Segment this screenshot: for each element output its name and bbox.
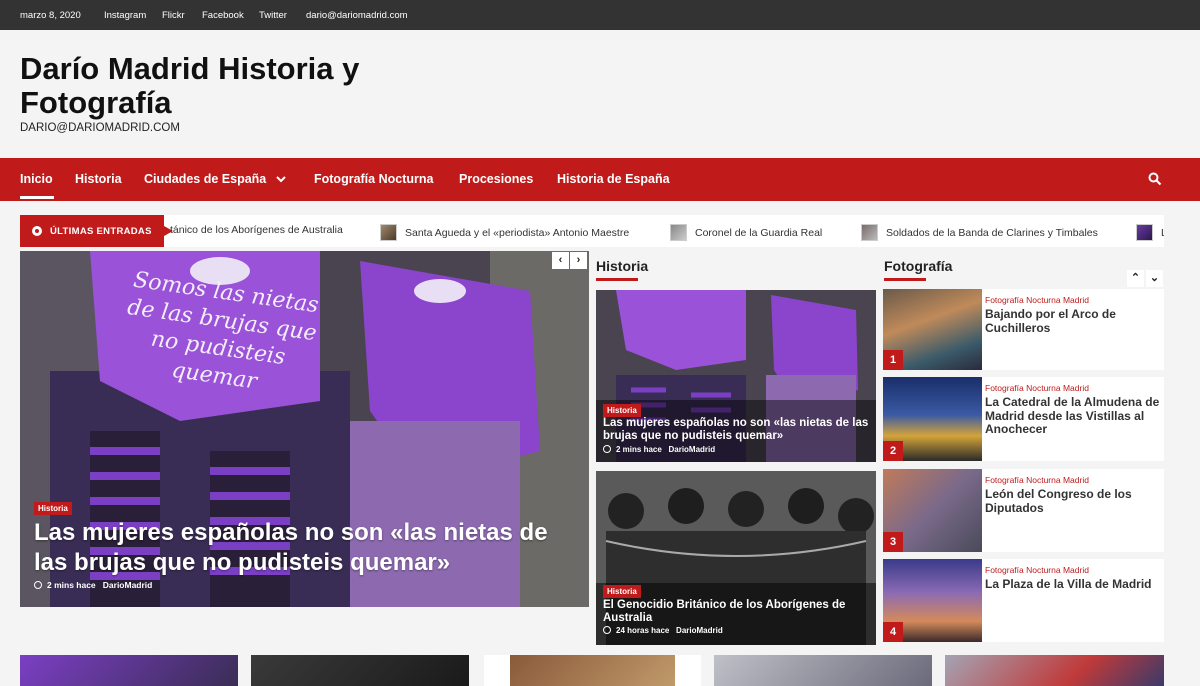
nav-item-inicio[interactable]: Inicio bbox=[20, 172, 53, 186]
featured-post-title[interactable]: Las mujeres españolas no son «las nietas… bbox=[34, 518, 579, 578]
nav-item-fotografia-nocturna[interactable]: Fotografía Nocturna bbox=[314, 172, 433, 186]
slider-prev-button[interactable]: ‹ bbox=[552, 252, 569, 269]
historia-card[interactable]: Historia Las mujeres españolas no son «l… bbox=[596, 290, 876, 462]
top-bar: marzo 8, 2020 Instagram Flickr Facebook … bbox=[0, 0, 1200, 30]
card-title[interactable]: Las mujeres españolas no son «las nietas… bbox=[603, 417, 871, 443]
post-meta: 2 mins hace DarioMadrid bbox=[603, 445, 715, 454]
list-item-title[interactable]: Bajando por el Arco de Cuchilleros bbox=[985, 307, 1160, 335]
ticker-item[interactable]: L bbox=[1136, 224, 1164, 241]
thumbnail-image bbox=[510, 655, 675, 686]
list-item-category[interactable]: Fotografía Nocturna Madrid bbox=[985, 383, 1089, 393]
main-navigation: Inicio Historia Ciudades de España Fotog… bbox=[0, 158, 1200, 201]
email-link[interactable]: dario@dariomadrid.com bbox=[306, 10, 408, 21]
thumbnail-image bbox=[670, 224, 687, 241]
thumbnail-image bbox=[861, 224, 878, 241]
site-description: DARIO@DARIOMADRID.COM bbox=[20, 122, 180, 134]
active-indicator bbox=[20, 196, 54, 199]
current-date: marzo 8, 2020 bbox=[20, 10, 81, 21]
list-down-button[interactable]: ⌄ bbox=[1146, 270, 1163, 287]
list-item-category[interactable]: Fotografía Nocturna Madrid bbox=[985, 565, 1089, 575]
facebook-link[interactable]: Facebook bbox=[202, 10, 244, 21]
nav-item-historia-espana[interactable]: Historia de España bbox=[557, 172, 670, 186]
list-up-button[interactable]: ⌃ bbox=[1127, 270, 1144, 287]
nav-item-procesiones[interactable]: Procesiones bbox=[459, 172, 533, 186]
list-item-category[interactable]: Fotografía Nocturna Madrid bbox=[985, 295, 1089, 305]
section-underline bbox=[596, 278, 638, 281]
latest-posts-ticker: ÚLTIMAS ENTRADAS tánico de los Aborígene… bbox=[20, 215, 1164, 247]
record-icon bbox=[32, 226, 42, 236]
list-item-title[interactable]: León del Congreso de los Diputados bbox=[985, 487, 1160, 515]
site-title[interactable]: Darío Madrid Historia y Fotografía bbox=[20, 52, 380, 120]
author-link[interactable]: DarioMadrid bbox=[103, 580, 153, 590]
category-badge[interactable]: Historia bbox=[603, 404, 641, 417]
chevron-down-icon bbox=[276, 176, 286, 183]
rank-number: 4 bbox=[883, 622, 903, 642]
post-meta: 2 mins hace DarioMadrid bbox=[34, 580, 152, 590]
nav-item-ciudades[interactable]: Ciudades de España bbox=[144, 172, 286, 186]
instagram-link[interactable]: Instagram bbox=[104, 10, 146, 21]
ticker-item[interactable]: Santa Agueda y el «periodista» Antonio M… bbox=[380, 224, 629, 241]
list-item-category[interactable]: Fotografía Nocturna Madrid bbox=[985, 475, 1089, 485]
clock-icon bbox=[603, 445, 611, 453]
list-item[interactable]: 2 Fotografía Nocturna Madrid La Catedral… bbox=[883, 377, 1164, 461]
list-item-title[interactable]: La Catedral de la Almudena de Madrid des… bbox=[985, 395, 1160, 437]
list-item[interactable]: 4 Fotografía Nocturna Madrid La Plaza de… bbox=[883, 559, 1164, 642]
twitter-link[interactable]: Twitter bbox=[259, 10, 287, 21]
post-thumbnail[interactable] bbox=[714, 655, 932, 686]
ticker-item[interactable]: tánico de los Aborígenes de Australia bbox=[170, 224, 343, 236]
ticker-item[interactable]: Coronel de la Guardia Real bbox=[670, 224, 822, 241]
card-title[interactable]: El Genocidio Británico de los Aborígenes… bbox=[603, 599, 871, 625]
category-badge[interactable]: Historia bbox=[603, 585, 641, 598]
ticker-item[interactable]: Soldados de la Banda de Clarines y Timba… bbox=[861, 224, 1098, 241]
list-item[interactable]: 1 Fotografía Nocturna Madrid Bajando por… bbox=[883, 289, 1164, 370]
flickr-link[interactable]: Flickr bbox=[162, 10, 185, 21]
post-meta: 24 horas hace DarioMadrid bbox=[603, 626, 723, 635]
post-thumbnail[interactable] bbox=[20, 655, 238, 686]
section-underline bbox=[884, 278, 926, 281]
featured-post[interactable]: Somos las nietas de las brujas que no pu… bbox=[20, 251, 589, 607]
thumbnail-image bbox=[1136, 224, 1153, 241]
list-item-title[interactable]: La Plaza de la Villa de Madrid bbox=[985, 577, 1160, 592]
post-thumbnail[interactable] bbox=[251, 655, 469, 686]
category-badge[interactable]: Historia bbox=[34, 502, 72, 515]
rank-number: 1 bbox=[883, 350, 903, 370]
site-header: Darío Madrid Historia y Fotografía DARIO… bbox=[0, 30, 1200, 158]
historia-card[interactable]: Historia El Genocidio Británico de los A… bbox=[596, 471, 876, 645]
rank-number: 2 bbox=[883, 441, 903, 461]
rank-number: 3 bbox=[883, 532, 903, 552]
slider-next-button[interactable]: › bbox=[570, 252, 587, 269]
post-thumbnail[interactable] bbox=[945, 655, 1164, 686]
section-title-fotografia[interactable]: Fotografía bbox=[884, 258, 952, 274]
search-icon[interactable] bbox=[1148, 172, 1162, 186]
list-item[interactable]: 3 Fotografía Nocturna Madrid León del Co… bbox=[883, 469, 1164, 552]
section-title-historia[interactable]: Historia bbox=[596, 258, 648, 274]
clock-icon bbox=[34, 581, 42, 589]
post-thumbnail[interactable] bbox=[484, 655, 701, 686]
clock-icon bbox=[603, 626, 611, 634]
thumbnail-image bbox=[380, 224, 397, 241]
ticker-label: ÚLTIMAS ENTRADAS bbox=[20, 215, 173, 247]
nav-item-ciudades-label: Ciudades de España bbox=[144, 172, 267, 186]
nav-item-historia[interactable]: Historia bbox=[75, 172, 122, 186]
